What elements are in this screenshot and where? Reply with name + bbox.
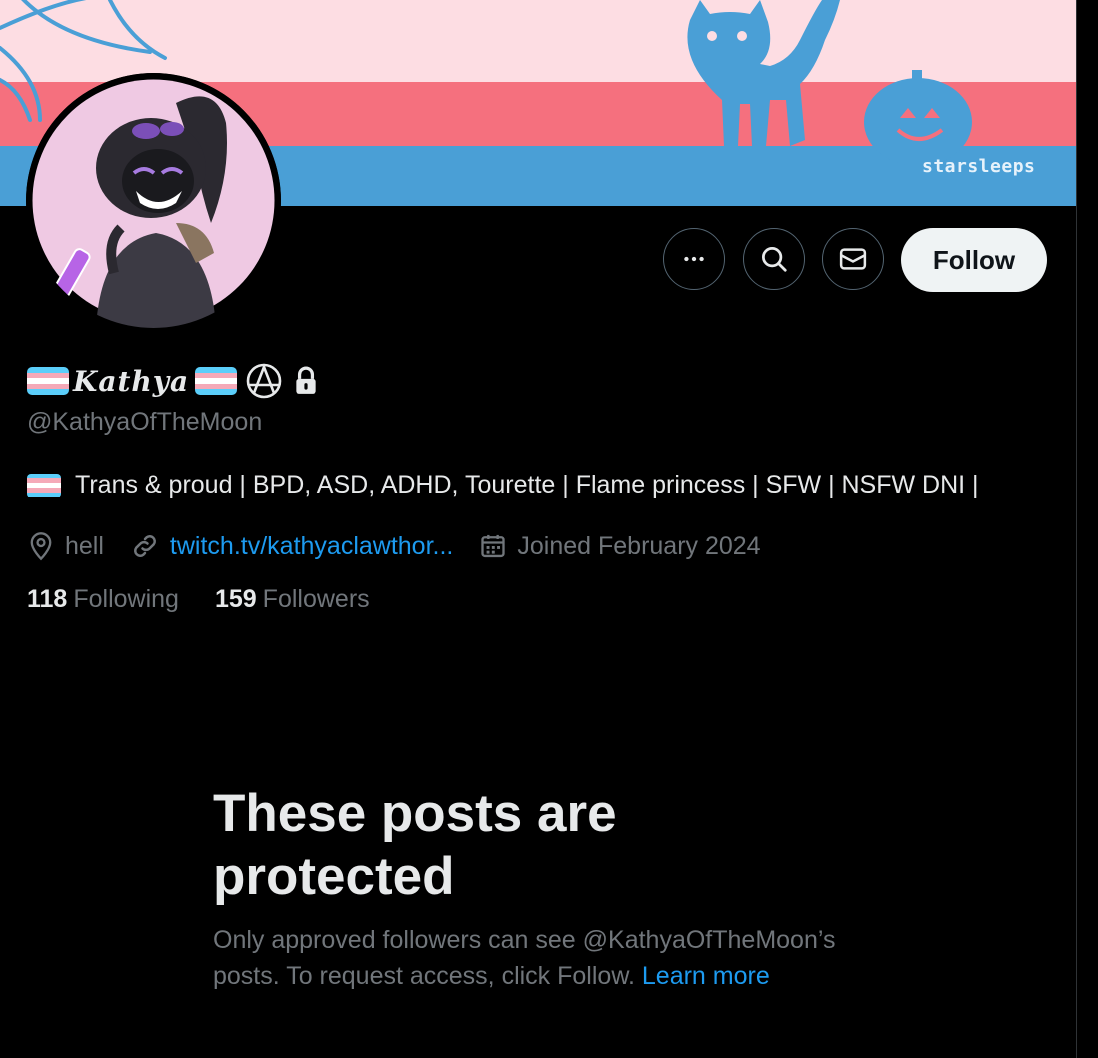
profile-bio: Trans & proud | BPD, ASD, ADHD, Tourette… [27,471,979,500]
location-pin-icon [30,532,52,561]
trans-flag-icon [27,473,61,498]
avatar[interactable] [26,73,281,328]
join-date: Joined February 2024 [479,531,761,561]
display-name: Kathya [73,364,190,398]
anarchy-icon [246,363,282,399]
calendar-icon [481,534,506,558]
search-button[interactable] [743,228,805,290]
followers-label: Followers [262,585,370,613]
following-label: Following [73,585,179,613]
more-icon [684,256,704,262]
message-button[interactable] [822,228,884,290]
follow-button[interactable]: Follow [901,228,1047,292]
website-link[interactable]: twitch.tv/kathyaclawthor... [170,532,453,561]
profile-page: starsleeps Follow Kathya @KathyaOfTheMoo… [0,0,1098,1058]
more-button[interactable] [663,228,725,290]
website[interactable]: twitch.tv/kathyaclawthor... [130,531,453,561]
link-icon [133,535,156,557]
following-count: 118 [27,585,68,613]
join-date-text: Joined February 2024 [517,531,761,560]
mail-icon [839,248,867,270]
trans-flag-icon [27,367,69,395]
location-text: hell [65,531,104,560]
learn-more-link[interactable]: Learn more [642,962,770,990]
follow-stats: 118 Following 159 Followers [27,585,406,614]
location: hell [27,531,104,561]
protected-description: Only approved followers can see @KathyaO… [213,922,853,994]
followers-link[interactable]: 159 Followers [215,585,370,614]
search-icon [762,247,787,272]
profile-meta: hell twitch.tv/kathyaclawthor... Joined … [27,527,787,565]
lock-icon [296,366,316,394]
bio-text: Trans & proud | BPD, ASD, ADHD, Tourette… [75,471,979,499]
user-handle: @KathyaOfTheMoon [27,408,263,436]
trans-flag-icon [195,367,238,395]
column-divider [1076,0,1077,1058]
display-name-row: Kathya [27,360,319,402]
followers-count: 159 [214,585,257,613]
avatar-image [26,73,281,328]
protected-title: These posts are protected [213,784,617,906]
following-link[interactable]: 118 Following [27,585,179,614]
banner-credit: starsleeps [922,156,1036,177]
